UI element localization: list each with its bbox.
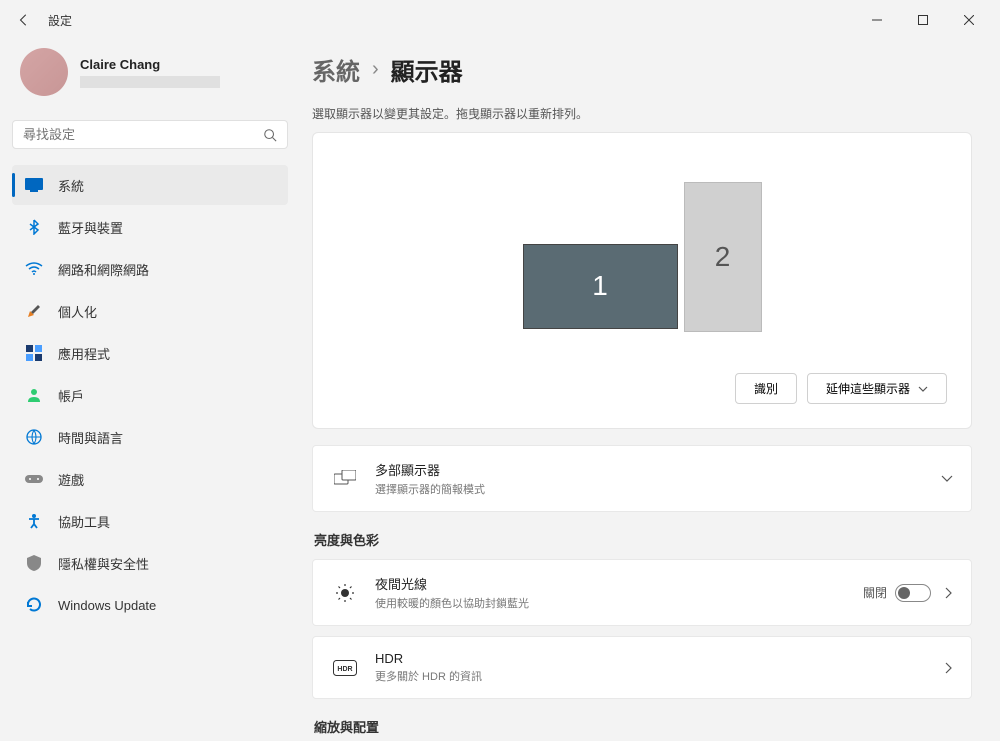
sidebar-item-personalization[interactable]: 個人化 (12, 291, 288, 331)
monitors-container: 1 2 (337, 157, 947, 357)
svg-text:HDR: HDR (337, 666, 352, 673)
nav-list: 系統 藍牙與裝置 網路和網際網路 個人化 應用程式 帳戶 (12, 165, 288, 625)
hdr-icon: HDR (331, 660, 359, 676)
wifi-icon (24, 259, 44, 279)
sidebar-item-bluetooth[interactable]: 藍牙與裝置 (12, 207, 288, 247)
window-controls (854, 4, 992, 36)
search-input[interactable] (23, 127, 263, 142)
search-box[interactable] (12, 120, 288, 149)
sidebar-item-label: 系統 (58, 176, 84, 195)
arrow-left-icon (17, 13, 31, 27)
toggle-label: 關閉 (863, 584, 887, 601)
card-title: HDR (375, 651, 945, 666)
paint-icon (24, 301, 44, 321)
system-icon (24, 175, 44, 195)
monitor-1[interactable]: 1 (523, 244, 678, 329)
back-button[interactable] (8, 4, 40, 36)
bluetooth-icon (24, 217, 44, 237)
monitor-2[interactable]: 2 (684, 182, 762, 332)
sidebar-item-label: 個人化 (58, 302, 97, 321)
card-sub: 更多關於 HDR 的資訊 (375, 668, 945, 684)
page-subtitle: 選取顯示器以變更其設定。拖曳顯示器以重新排列。 (312, 105, 972, 122)
sidebar-item-network[interactable]: 網路和網際網路 (12, 249, 288, 289)
sidebar-item-label: 藍牙與裝置 (58, 218, 123, 237)
sidebar-item-privacy[interactable]: 隱私權與安全性 (12, 543, 288, 583)
sidebar-item-time-language[interactable]: 時間與語言 (12, 417, 288, 457)
profile-email-redacted (80, 76, 220, 88)
window-title: 設定 (48, 12, 72, 29)
canvas-actions: 識別 延伸這些顯示器 (337, 373, 947, 404)
card-sub: 選擇顯示器的簡報模式 (375, 481, 941, 497)
breadcrumb-parent[interactable]: 系統 (312, 52, 360, 87)
multiple-displays-card[interactable]: 多部顯示器 選擇顯示器的簡報模式 (312, 445, 972, 512)
avatar (20, 48, 68, 96)
close-icon (964, 15, 974, 25)
sidebar-item-label: 應用程式 (58, 344, 110, 363)
brightness-section-header: 亮度與色彩 (314, 530, 972, 549)
maximize-icon (918, 15, 928, 25)
sidebar-item-label: 遊戲 (58, 470, 84, 489)
accessibility-icon (24, 511, 44, 531)
sidebar-item-windows-update[interactable]: Windows Update (12, 585, 288, 625)
sidebar-item-label: 時間與語言 (58, 428, 123, 447)
scale-section-header: 縮放與配置 (314, 717, 972, 736)
sidebar-item-label: 隱私權與安全性 (58, 554, 149, 573)
sidebar-item-gaming[interactable]: 遊戲 (12, 459, 288, 499)
sidebar-item-label: Windows Update (58, 598, 156, 613)
content-area: 系統 › 顯示器 選取顯示器以變更其設定。拖曳顯示器以重新排列。 1 2 識別 … (300, 40, 1000, 741)
night-light-card[interactable]: 夜間光線 使用較暖的顏色以協助封鎖藍光 關閉 (312, 559, 972, 626)
gamepad-icon (24, 469, 44, 489)
search-icon (263, 128, 277, 142)
sidebar-item-accessibility[interactable]: 協助工具 (12, 501, 288, 541)
toggle-switch[interactable] (895, 584, 931, 602)
sidebar-item-label: 帳戶 (58, 386, 84, 405)
breadcrumb-current: 顯示器 (391, 52, 463, 87)
card-sub: 使用較暖的顏色以協助封鎖藍光 (375, 595, 863, 611)
display-arrangement-canvas: 1 2 識別 延伸這些顯示器 (312, 132, 972, 429)
sidebar-item-apps[interactable]: 應用程式 (12, 333, 288, 373)
breadcrumb: 系統 › 顯示器 (312, 52, 972, 87)
titlebar: 設定 (0, 0, 1000, 40)
toggle-knob (898, 587, 910, 599)
profile-area[interactable]: Claire Chang (12, 40, 288, 104)
card-title: 夜間光線 (375, 574, 863, 593)
apps-icon (24, 343, 44, 363)
maximize-button[interactable] (900, 4, 946, 36)
close-button[interactable] (946, 4, 992, 36)
breadcrumb-separator: › (372, 58, 379, 81)
chevron-down-icon (918, 386, 928, 392)
chevron-down-icon (941, 475, 953, 483)
sidebar-item-label: 協助工具 (58, 512, 110, 531)
shield-icon (24, 553, 44, 573)
card-title: 多部顯示器 (375, 460, 941, 479)
person-icon (24, 385, 44, 405)
minimize-button[interactable] (854, 4, 900, 36)
identify-button[interactable]: 識別 (735, 373, 797, 404)
hdr-card[interactable]: HDR HDR 更多關於 HDR 的資訊 (312, 636, 972, 699)
night-light-toggle[interactable]: 關閉 (863, 584, 931, 602)
sidebar-item-accounts[interactable]: 帳戶 (12, 375, 288, 415)
update-icon (24, 595, 44, 615)
multi-monitor-icon (331, 470, 359, 488)
sidebar: Claire Chang 系統 藍牙與裝置 網路和網際網路 個人化 (0, 40, 300, 741)
chevron-right-icon (945, 587, 953, 599)
profile-name: Claire Chang (80, 57, 220, 72)
minimize-icon (872, 15, 882, 25)
sidebar-item-label: 網路和網際網路 (58, 260, 149, 279)
extend-label: 延伸這些顯示器 (826, 380, 910, 397)
night-light-icon (331, 583, 359, 603)
extend-displays-dropdown[interactable]: 延伸這些顯示器 (807, 373, 947, 404)
chevron-right-icon (945, 662, 953, 674)
globe-icon (24, 427, 44, 447)
sidebar-item-system[interactable]: 系統 (12, 165, 288, 205)
